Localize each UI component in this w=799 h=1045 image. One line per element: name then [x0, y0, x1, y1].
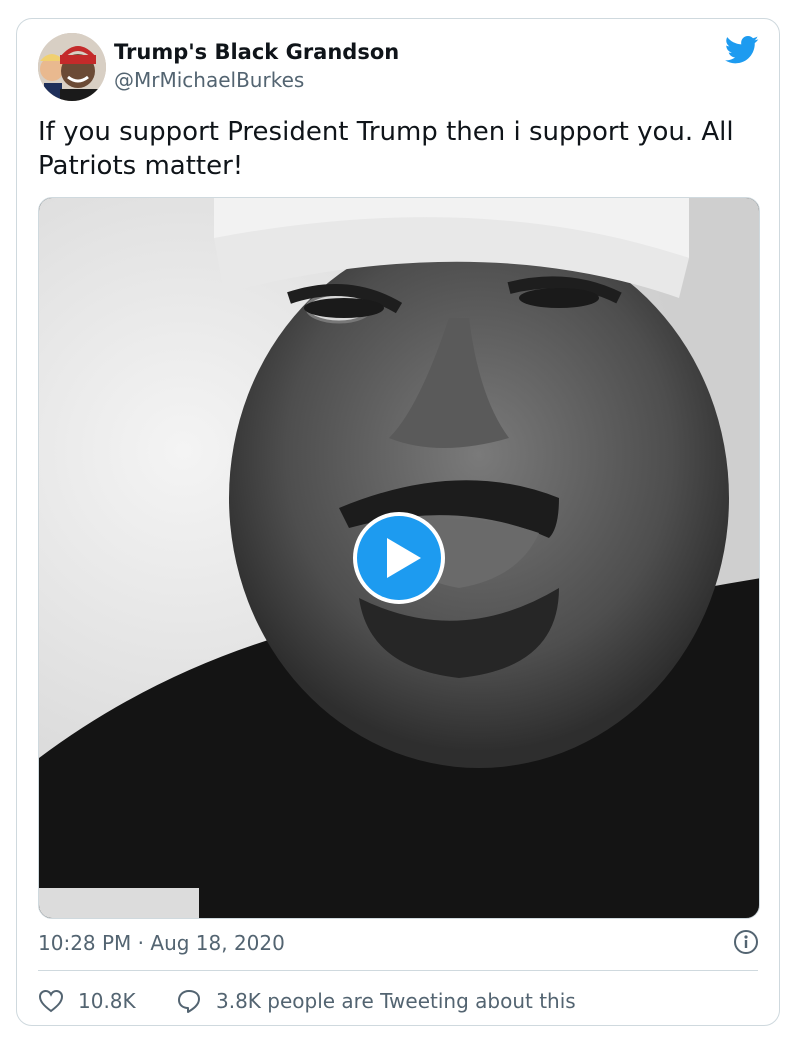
video-player[interactable]	[38, 197, 760, 919]
avatar[interactable]	[38, 33, 106, 101]
info-icon[interactable]	[733, 929, 759, 955]
twitter-bird-icon[interactable]	[724, 35, 759, 65]
divider	[38, 970, 758, 971]
conversation-text: 3.8K people are Tweeting about this	[216, 989, 576, 1013]
play-icon	[387, 538, 421, 578]
display-name[interactable]: Trump's Black Grandson	[114, 40, 399, 64]
like-button[interactable]: 10.8K	[38, 987, 136, 1015]
tweet-card[interactable]: Trump's Black Grandson @MrMichaelBurkes …	[16, 18, 780, 1026]
heart-icon	[38, 989, 64, 1013]
play-button[interactable]	[353, 512, 445, 604]
conversation-link[interactable]: 3.8K people are Tweeting about this	[176, 987, 576, 1015]
user-handle[interactable]: @MrMichaelBurkes	[114, 68, 304, 92]
like-count: 10.8K	[78, 989, 136, 1013]
tweet-text: If you support President Trump then i su…	[38, 117, 734, 181]
tweet-timestamp[interactable]: 10:28 PM · Aug 18, 2020	[38, 931, 285, 955]
speech-bubble-icon	[178, 990, 200, 1013]
